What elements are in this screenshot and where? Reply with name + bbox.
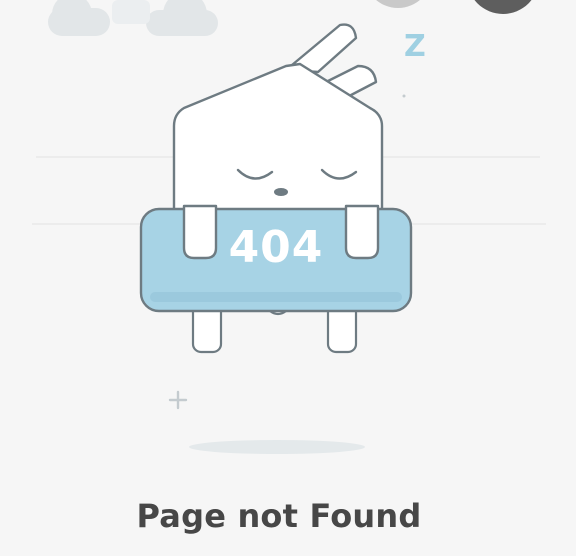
not-found-screen: 404 Z Page not Found [0,0,576,556]
top-circle-light [376,0,420,8]
page-title: Page not Found [136,497,422,535]
nose-icon [274,188,288,196]
cloud-icon [48,0,218,36]
top-circle-dark [474,0,532,14]
sleep-z-icon: Z [404,29,426,64]
ground-shadow [189,440,365,454]
error-plate-shade [150,292,402,302]
error-code-text: 404 [228,222,324,273]
sparkle-dot [402,94,406,98]
plus-sparkle-icon [168,390,188,410]
